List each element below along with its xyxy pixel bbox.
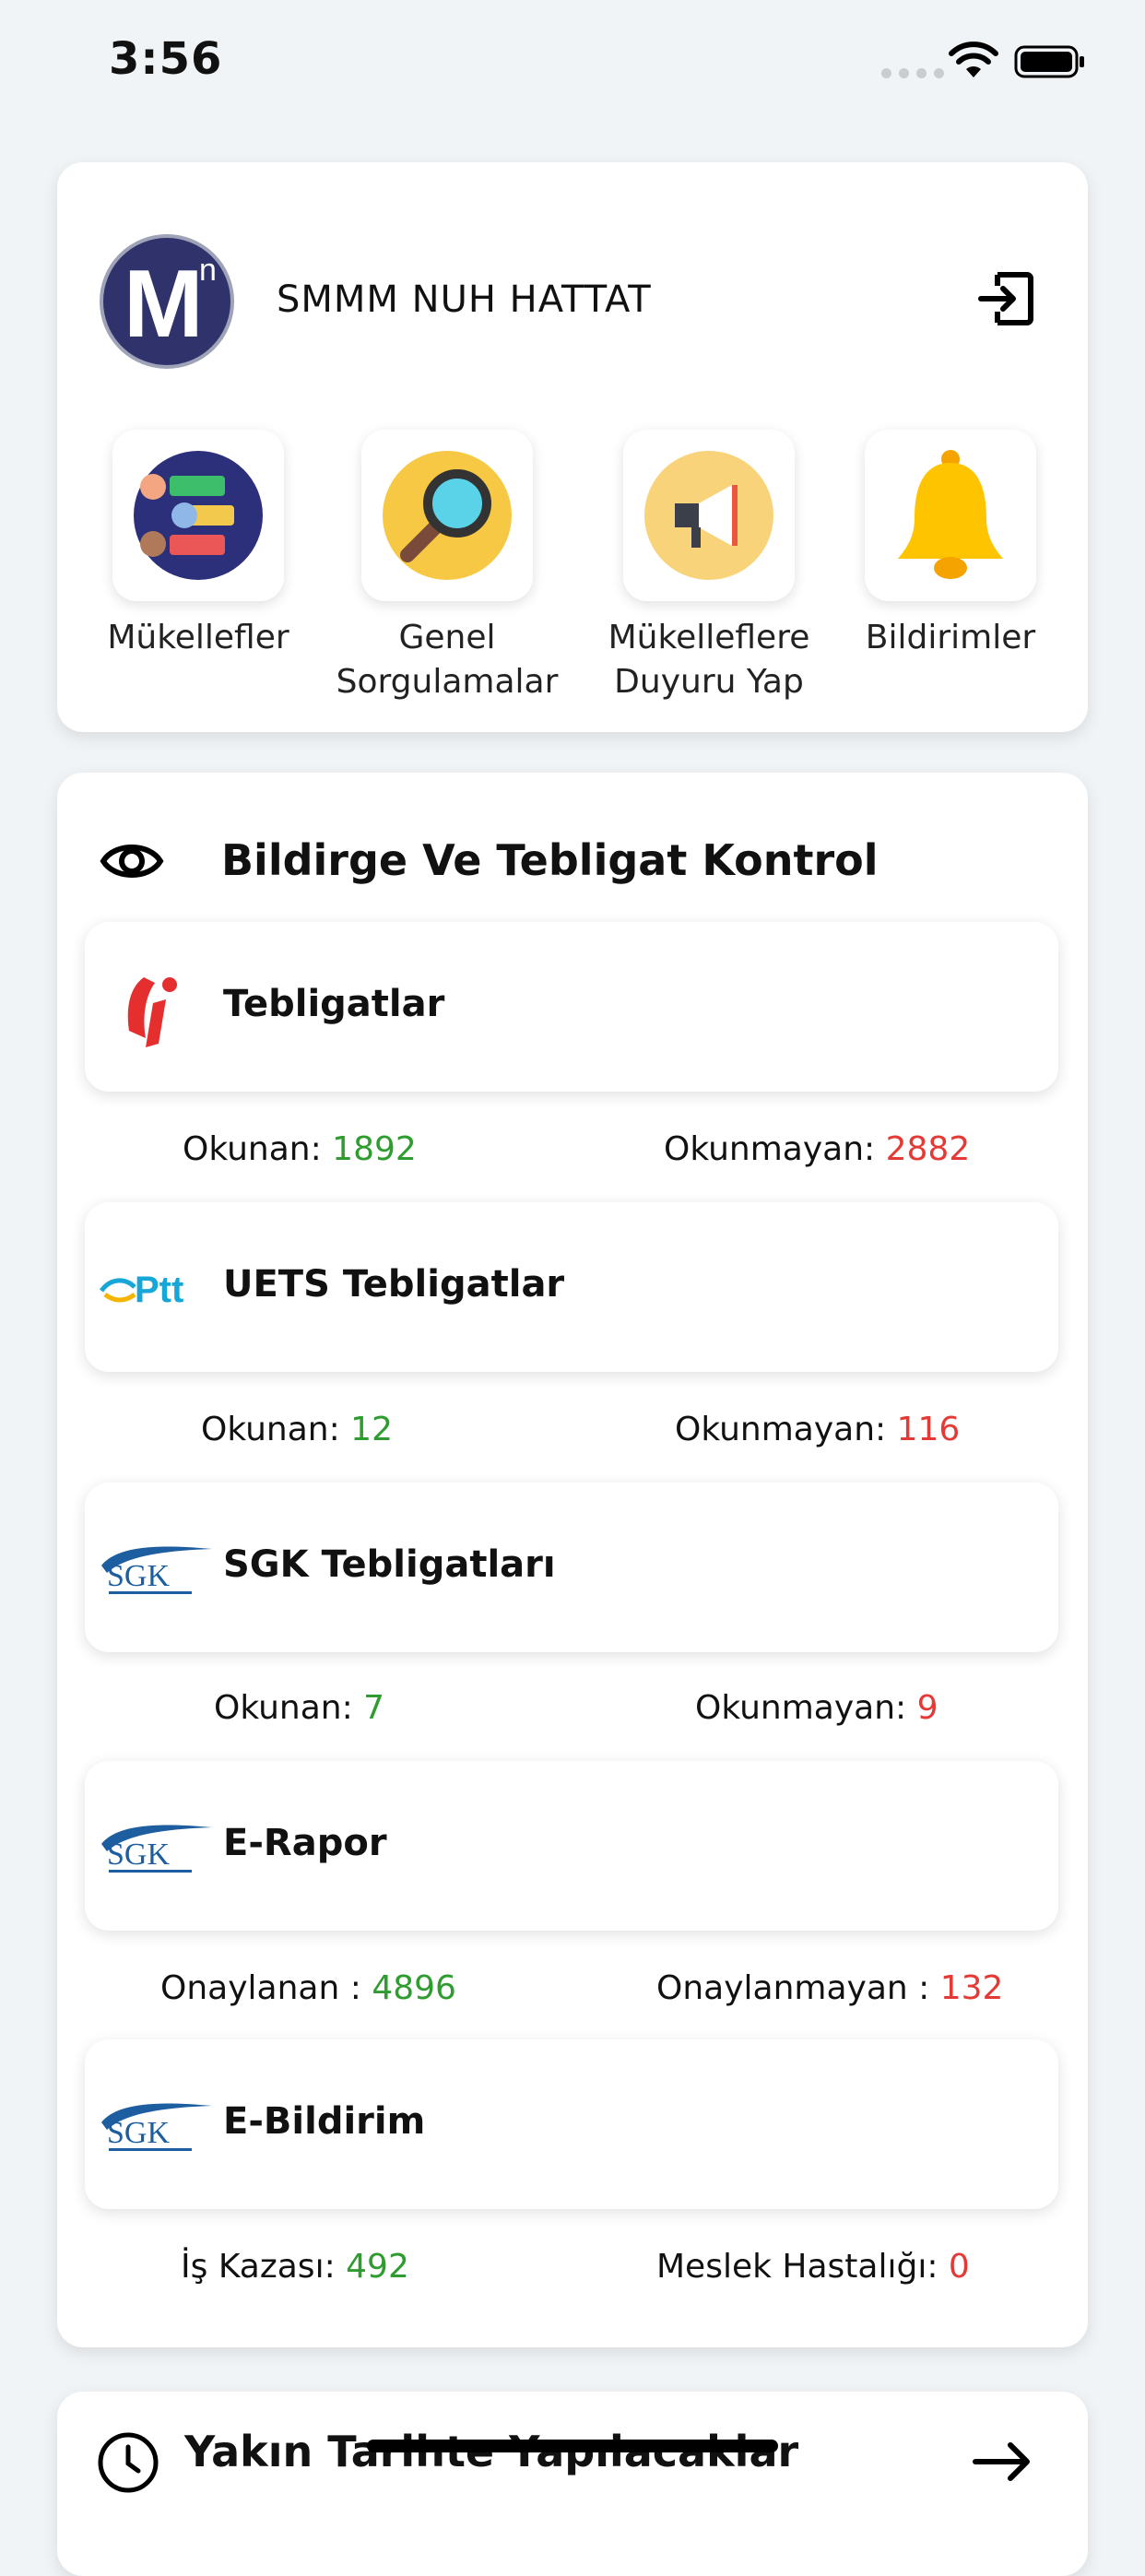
e-bildirim-accident-stat: İş Kazası: 492 bbox=[181, 2248, 409, 2286]
e-bildirim-card[interactable]: SGK E-Bildirim bbox=[85, 2039, 1058, 2209]
ptt-logo-icon: Ptt bbox=[99, 1270, 183, 1310]
sgk-logo-icon: SGK bbox=[101, 1546, 212, 1594]
unapproved-count: 132 bbox=[939, 1969, 1004, 2007]
clock-icon bbox=[98, 2432, 159, 2493]
control-section-title: Bildirge Ve Tebligat Kontrol bbox=[221, 835, 879, 885]
sgk-read-stat: Okunan: 7 bbox=[214, 1689, 384, 1727]
quick-action-notifications-label: Bildirimler bbox=[865, 619, 1036, 656]
e-rapor-label: E-Rapor bbox=[223, 1822, 387, 1864]
gib-logo-icon bbox=[127, 977, 177, 1047]
quick-action-notifications[interactable] bbox=[865, 430, 1036, 601]
sgk-tebligatlari-card[interactable]: SGK SGK Tebligatları bbox=[85, 1483, 1058, 1652]
stat-label: Okunan: bbox=[214, 1689, 353, 1727]
uets-read-stat: Okunan: 12 bbox=[201, 1411, 393, 1448]
quick-action-announce-label: Mükelleflere Duyuru Yap bbox=[608, 619, 810, 701]
uets-tebligatlar-label: UETS Tebligatlar bbox=[223, 1263, 565, 1306]
status-bar: 3:56 bbox=[0, 0, 1145, 129]
avatar-letter: M bbox=[124, 251, 204, 358]
e-bildirim-label: E-Bildirim bbox=[223, 2100, 426, 2143]
read-count: 12 bbox=[350, 1411, 393, 1448]
magnifier-icon bbox=[383, 451, 512, 580]
tebligatlar-read-stat: Okunan: 1892 bbox=[183, 1130, 417, 1168]
e-rapor-approved-stat: Onaylanan : 4896 bbox=[160, 1969, 456, 2007]
stat-label: Onaylanmayan : bbox=[656, 1969, 930, 2007]
stat-label: İş Kazası: bbox=[181, 2248, 336, 2286]
sgk-tebligatlari-label: SGK Tebligatları bbox=[223, 1543, 556, 1586]
quick-action-taxpayers-label: Mükellefler bbox=[107, 619, 289, 656]
stat-label: Okunmayan: bbox=[695, 1689, 907, 1727]
e-rapor-unapproved-stat: Onaylanmayan : 132 bbox=[656, 1969, 1003, 2007]
logout-icon[interactable] bbox=[974, 266, 1040, 332]
bell-icon bbox=[898, 450, 1003, 579]
ptt-logo-text: Ptt bbox=[135, 1270, 183, 1310]
sgk-logo-text: SGK bbox=[107, 1837, 170, 1872]
tebligatlar-unread-stat: Okunmayan: 2882 bbox=[664, 1130, 970, 1168]
taxpayers-icon bbox=[134, 451, 263, 580]
read-count: 1892 bbox=[332, 1130, 417, 1168]
battery-icon bbox=[1014, 45, 1084, 78]
sgk-logo-icon: SGK bbox=[101, 1825, 212, 1873]
sgk-logo-icon: SGK bbox=[101, 2103, 212, 2151]
tebligatlar-label: Tebligatlar bbox=[223, 983, 445, 1025]
stat-label: Okunan: bbox=[183, 1130, 322, 1168]
disease-count: 0 bbox=[948, 2248, 970, 2286]
read-count: 7 bbox=[363, 1689, 385, 1727]
megaphone-icon bbox=[644, 451, 773, 580]
approved-count: 4896 bbox=[372, 1969, 456, 2007]
user-name: SMMM NUH HATTAT bbox=[277, 278, 652, 321]
upcoming-card[interactable] bbox=[57, 2392, 1088, 2576]
e-rapor-card[interactable]: SGK E-Rapor bbox=[85, 1761, 1058, 1931]
quick-action-general-queries[interactable] bbox=[361, 430, 533, 601]
stat-label: Okunmayan: bbox=[664, 1130, 876, 1168]
quick-action-announce[interactable] bbox=[623, 430, 795, 601]
quick-action-taxpayers[interactable] bbox=[112, 430, 284, 601]
sgk-logo-text: SGK bbox=[107, 2116, 170, 2150]
unread-count: 9 bbox=[916, 1689, 938, 1727]
uets-tebligatlar-card[interactable]: Ptt UETS Tebligatlar bbox=[85, 1202, 1058, 1372]
eye-icon bbox=[100, 845, 164, 878]
unread-count: 2882 bbox=[885, 1130, 971, 1168]
status-time: 3:56 bbox=[109, 33, 223, 85]
unread-count: 116 bbox=[896, 1411, 961, 1448]
sgk-unread-stat: Okunmayan: 9 bbox=[695, 1689, 938, 1727]
e-bildirim-disease-stat: Meslek Hastalığı: 0 bbox=[656, 2248, 970, 2286]
stat-label: Okunmayan: bbox=[675, 1411, 887, 1448]
avatar-superscript: n bbox=[199, 253, 217, 288]
wifi-icon bbox=[949, 41, 998, 77]
arrow-right-icon[interactable] bbox=[972, 2440, 1034, 2484]
accident-count: 492 bbox=[346, 2248, 409, 2286]
tebligatlar-card[interactable]: Tebligatlar bbox=[85, 922, 1058, 1092]
stat-label: Okunan: bbox=[201, 1411, 340, 1448]
quick-action-general-queries-label: Genel Sorgulamalar bbox=[336, 619, 559, 701]
sgk-logo-text: SGK bbox=[107, 1559, 170, 1593]
cellular-signal-icon bbox=[881, 68, 944, 78]
uets-unread-stat: Okunmayan: 116 bbox=[675, 1411, 960, 1448]
stat-label: Meslek Hastalığı: bbox=[656, 2248, 938, 2286]
avatar: M n bbox=[100, 234, 234, 369]
stat-label: Onaylanan : bbox=[160, 1969, 361, 2007]
home-indicator[interactable] bbox=[367, 2440, 778, 2452]
